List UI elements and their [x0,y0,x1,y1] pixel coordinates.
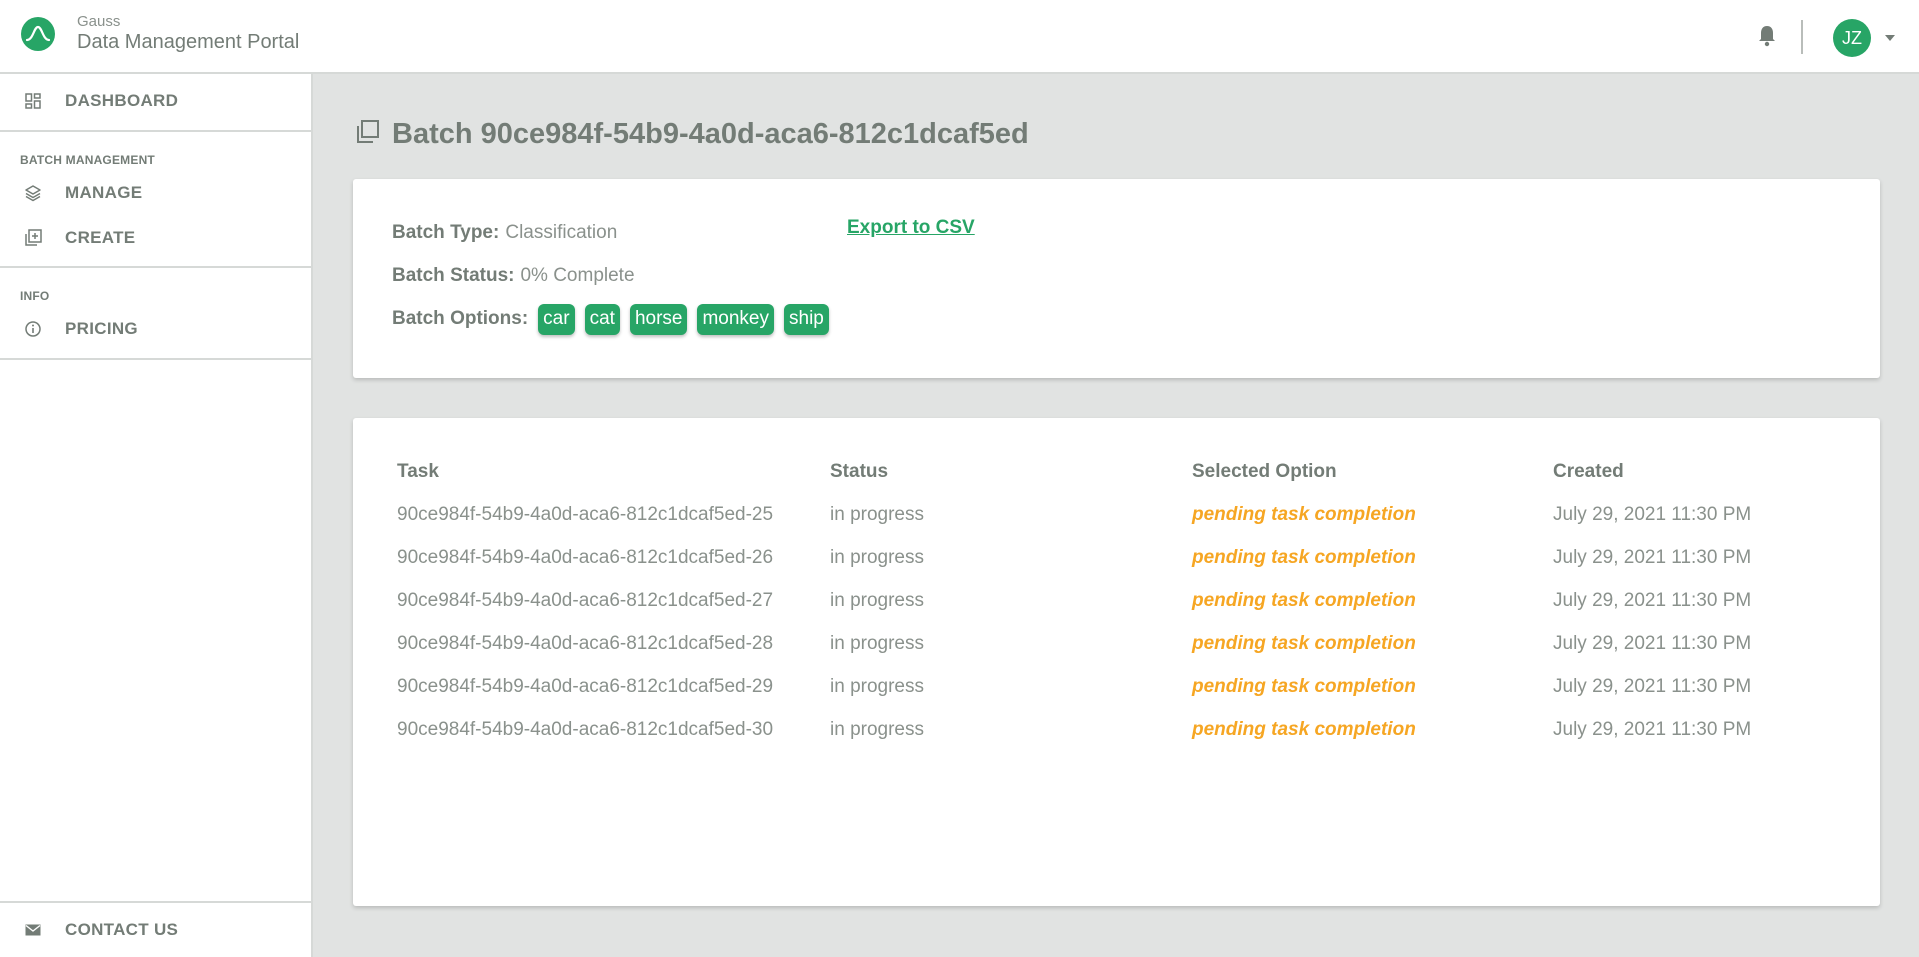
sidebar-item-label: PRICING [65,319,138,338]
info-icon [24,320,42,338]
bell-icon[interactable] [1757,24,1777,48]
status-cell: in progress [830,547,924,568]
page-header: Batch 90ce984f-54b9-4a0d-aca6-812c1dcaf5… [354,118,1029,151]
sidebar-item-label: MANAGE [65,183,143,202]
mail-icon [24,921,42,939]
selected-option-cell: pending task completion [1192,676,1416,697]
created-cell: July 29, 2021 11:30 PM [1553,504,1752,525]
selected-option-cell: pending task completion [1192,547,1416,568]
task-id-cell: 90ce984f-54b9-4a0d-aca6-812c1dcaf5ed-25 [397,504,774,525]
sidebar-divider [0,358,311,360]
sidebar-divider [0,130,311,132]
created-cell: July 29, 2021 11:30 PM [1553,676,1752,697]
table-row[interactable]: 90ce984f-54b9-4a0d-aca6-812c1dcaf5ed-25 … [353,504,1880,547]
column-header-status[interactable]: Status [830,461,888,483]
table-row[interactable]: 90ce984f-54b9-4a0d-aca6-812c1dcaf5ed-30 … [353,719,1880,762]
batch-options-label: Batch Options: [392,308,529,330]
tasks-table-card: Task Status Selected Option Created 90ce… [353,418,1880,906]
status-cell: in progress [830,504,924,525]
sidebar-item-label: DASHBOARD [65,91,179,110]
page-title: Batch 90ce984f-54b9-4a0d-aca6-812c1dcaf5… [392,118,1029,150]
section-label-batch: BATCH MANAGEMENT [20,153,155,167]
batch-type-row: Batch Type: Classification [392,222,617,244]
sidebar-item-create[interactable]: CREATE [0,218,311,258]
selected-option-cell: pending task completion [1192,719,1416,740]
app-title: Data Management Portal [77,31,300,53]
caret-down-icon[interactable] [1885,35,1895,41]
section-label-info: INFO [20,289,50,303]
selected-option-cell: pending task completion [1192,504,1416,525]
option-tag[interactable]: horse [629,304,688,335]
add-box-icon [24,229,42,247]
batch-options-row: Batch Options: car cat horse monkey ship [392,304,829,335]
task-id-cell: 90ce984f-54b9-4a0d-aca6-812c1dcaf5ed-30 [397,719,774,740]
created-cell: July 29, 2021 11:30 PM [1553,719,1752,740]
sidebar-item-label: CREATE [65,228,136,247]
status-cell: in progress [830,590,924,611]
status-cell: in progress [830,719,924,740]
selected-option-cell: pending task completion [1192,590,1416,611]
batch-status-label: Batch Status: [392,265,515,286]
layers-icon [24,184,42,202]
sidebar-item-label: CONTACT US [65,920,179,939]
column-header-created[interactable]: Created [1553,461,1624,483]
sidebar-item-manage[interactable]: MANAGE [0,173,311,213]
avatar[interactable]: JZ [1833,19,1871,57]
selected-option-cell: pending task completion [1192,633,1416,654]
sidebar-divider [0,266,311,268]
option-tag[interactable]: cat [584,304,620,335]
copy-icon [354,119,380,150]
export-csv-link[interactable]: Export to CSV [847,217,975,239]
option-tag[interactable]: monkey [697,304,774,335]
table-row[interactable]: 90ce984f-54b9-4a0d-aca6-812c1dcaf5ed-28 … [353,633,1880,676]
column-header-selected-option[interactable]: Selected Option [1192,461,1337,483]
sidebar-item-pricing[interactable]: PRICING [0,309,311,349]
created-cell: July 29, 2021 11:30 PM [1553,547,1752,568]
table-row[interactable]: 90ce984f-54b9-4a0d-aca6-812c1dcaf5ed-26 … [353,547,1880,590]
brand: Gauss Data Management Portal [77,14,299,52]
sidebar: DASHBOARD BATCH MANAGEMENT MANAGE CREATE… [0,74,313,957]
task-id-cell: 90ce984f-54b9-4a0d-aca6-812c1dcaf5ed-29 [397,676,774,697]
header-divider [1801,20,1803,54]
batch-status-value: 0% Complete [520,265,635,286]
task-id-cell: 90ce984f-54b9-4a0d-aca6-812c1dcaf5ed-28 [397,633,774,654]
sidebar-item-dashboard[interactable]: DASHBOARD [0,81,311,121]
option-tag[interactable]: car [538,304,575,335]
option-tag[interactable]: ship [784,304,829,335]
column-header-task[interactable]: Task [397,461,439,483]
batch-info-card: Batch Type: Classification Batch Status:… [353,179,1880,378]
status-cell: in progress [830,633,924,654]
task-id-cell: 90ce984f-54b9-4a0d-aca6-812c1dcaf5ed-27 [397,590,774,611]
batch-type-value: Classification [505,222,618,243]
table-row[interactable]: 90ce984f-54b9-4a0d-aca6-812c1dcaf5ed-27 … [353,590,1880,633]
created-cell: July 29, 2021 11:30 PM [1553,590,1752,611]
status-cell: in progress [830,676,924,697]
sidebar-divider [0,901,311,903]
sidebar-item-contact[interactable]: CONTACT US [0,910,311,950]
table-row[interactable]: 90ce984f-54b9-4a0d-aca6-812c1dcaf5ed-29 … [353,676,1880,719]
dashboard-icon [24,92,42,110]
created-cell: July 29, 2021 11:30 PM [1553,633,1752,654]
batch-type-label: Batch Type: [392,222,500,243]
brand-name: Gauss [77,13,121,30]
gauss-curve-icon[interactable] [21,17,55,51]
task-id-cell: 90ce984f-54b9-4a0d-aca6-812c1dcaf5ed-26 [397,547,774,568]
top-header: Gauss Data Management Portal JZ [0,0,1919,74]
batch-status-row: Batch Status: 0% Complete [392,265,635,287]
